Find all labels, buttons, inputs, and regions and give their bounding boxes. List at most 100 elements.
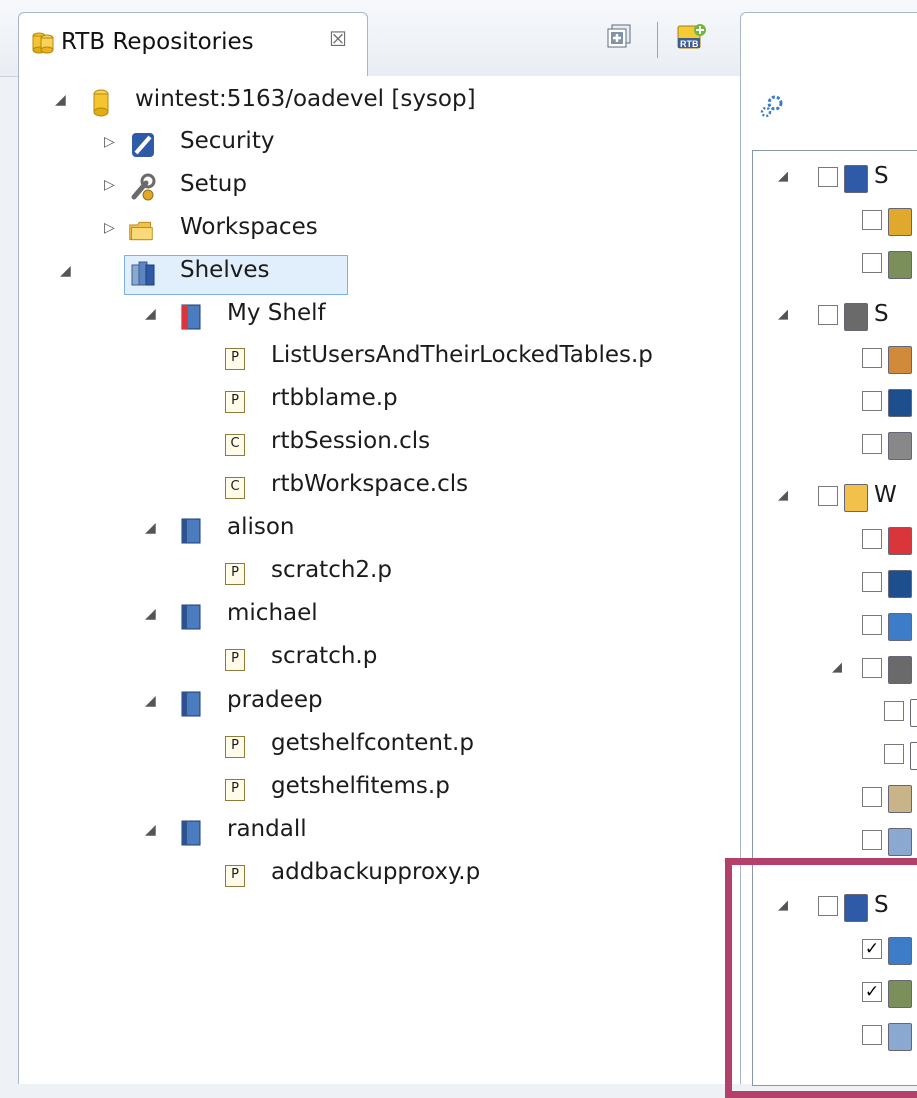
item-icon	[888, 570, 912, 598]
tree-label: addbackupproxy.p	[271, 859, 481, 885]
procedure-file-icon: P	[225, 865, 245, 887]
tree-label: getshelfcontent.p	[271, 730, 474, 756]
shelf-icon	[181, 691, 201, 717]
expanded-twisty-icon[interactable]: ◢	[145, 306, 161, 326]
item-icon	[888, 785, 912, 813]
selection-checkbox[interactable]	[884, 744, 904, 764]
selection-checkbox[interactable]	[862, 529, 882, 549]
selection-checkbox[interactable]	[862, 210, 882, 230]
selection-checkbox[interactable]	[818, 167, 838, 187]
expanded-twisty-icon[interactable]: ◢	[55, 92, 71, 112]
close-tab-icon[interactable]: ☒	[329, 27, 347, 51]
item-icon	[844, 165, 868, 193]
selection-checkbox[interactable]	[862, 348, 882, 368]
selection-checkbox[interactable]	[862, 253, 882, 273]
tree-label: randall	[227, 816, 307, 842]
procedure-file-icon: P	[225, 391, 245, 413]
item-icon	[888, 980, 912, 1008]
rtb-repositories-tab[interactable]: RTB Repositories ☒	[18, 12, 368, 78]
right-view-tab[interactable]	[740, 12, 917, 79]
tree-label: rtbSession.cls	[271, 428, 431, 454]
item-icon	[844, 894, 868, 922]
tree-label: scratch2.p	[271, 557, 392, 583]
selection-checkbox[interactable]	[862, 391, 882, 411]
settings-gears-icon[interactable]	[758, 92, 786, 120]
repositories-icon	[32, 32, 54, 54]
expanded-twisty-icon[interactable]: ◢	[145, 822, 161, 842]
shelves-icon	[131, 261, 155, 286]
procedure-file-icon: P	[225, 779, 245, 801]
item-icon	[888, 1023, 912, 1051]
selection-checkbox[interactable]	[862, 787, 882, 807]
view-tab-strip: RTB Repositories ☒ RTB	[0, 0, 917, 79]
expanded-twisty-icon[interactable]: ◢	[832, 660, 842, 675]
item-icon	[888, 208, 912, 236]
expanded-twisty-icon[interactable]: ◢	[778, 169, 788, 184]
tree-label: ListUsersAndTheirLockedTables.p	[271, 342, 653, 368]
collapsed-twisty-icon[interactable]: ▷	[104, 220, 120, 240]
selection-checkbox[interactable]	[818, 486, 838, 506]
truncated-label: S	[874, 892, 889, 918]
class-file-icon: C	[225, 477, 245, 499]
wrench-gear-icon	[131, 173, 156, 201]
procedure-file-icon: P	[225, 649, 245, 671]
tree-label: rtbblame.p	[271, 385, 398, 411]
selection-checkbox[interactable]	[862, 1025, 882, 1045]
item-icon	[888, 937, 912, 965]
expanded-twisty-icon[interactable]: ◢	[778, 488, 788, 503]
expanded-twisty-icon[interactable]: ◢	[145, 606, 161, 626]
item-icon	[888, 527, 912, 555]
tree-label: Setup	[180, 171, 247, 197]
item-icon	[888, 828, 912, 856]
selection-checkbox[interactable]	[818, 305, 838, 325]
tab-title: RTB Repositories	[61, 29, 254, 55]
selection-checkbox[interactable]	[818, 896, 838, 916]
folder-icon	[129, 221, 153, 241]
selection-checkbox[interactable]	[862, 615, 882, 635]
tree-label: michael	[227, 600, 318, 626]
rtb-add-icon[interactable]: RTB	[676, 22, 708, 54]
collapse-all-icon[interactable]	[605, 22, 635, 52]
selection-checkbox[interactable]: ✓	[862, 982, 882, 1002]
item-icon	[910, 742, 917, 770]
database-icon	[93, 89, 109, 117]
svg-text:RTB: RTB	[680, 39, 699, 49]
item-icon	[888, 432, 912, 460]
tree-label: alison	[227, 514, 295, 540]
collapsed-twisty-icon[interactable]: ▷	[104, 177, 120, 197]
selection-checkbox[interactable]	[862, 658, 882, 678]
shield-icon	[132, 133, 154, 157]
tree-label: My Shelf	[227, 300, 326, 326]
shelf-icon	[181, 604, 201, 630]
item-icon	[888, 251, 912, 279]
item-icon	[888, 656, 912, 684]
truncated-label: W	[874, 482, 897, 508]
item-icon	[910, 699, 917, 727]
tree-label: scratch.p	[271, 643, 378, 669]
procedure-file-icon: P	[225, 348, 245, 370]
tree-label: getshelfitems.p	[271, 773, 450, 799]
shelf-icon	[181, 820, 201, 846]
toolbar-separator	[657, 22, 658, 58]
procedure-file-icon: P	[225, 736, 245, 758]
tree-label: Security	[180, 128, 275, 154]
expanded-twisty-icon[interactable]: ◢	[778, 898, 788, 913]
item-icon	[844, 484, 868, 512]
selection-checkbox[interactable]	[862, 572, 882, 592]
truncated-label: S	[874, 301, 889, 327]
tree-label: Workspaces	[180, 214, 318, 240]
collapsed-twisty-icon[interactable]: ▷	[104, 134, 120, 154]
selection-checkbox[interactable]	[884, 701, 904, 721]
expanded-twisty-icon[interactable]: ◢	[60, 263, 76, 283]
expanded-twisty-icon[interactable]: ◢	[778, 307, 788, 322]
tree-label: rtbWorkspace.cls	[271, 471, 469, 497]
selection-checkbox[interactable]	[862, 830, 882, 850]
item-icon	[888, 346, 912, 374]
selection-checkbox[interactable]	[862, 434, 882, 454]
expanded-twisty-icon[interactable]: ◢	[145, 693, 161, 713]
expanded-twisty-icon[interactable]: ◢	[145, 520, 161, 540]
class-file-icon: C	[225, 434, 245, 456]
truncated-label: S	[874, 163, 889, 189]
procedure-file-icon: P	[225, 563, 245, 585]
selection-checkbox[interactable]: ✓	[862, 939, 882, 959]
